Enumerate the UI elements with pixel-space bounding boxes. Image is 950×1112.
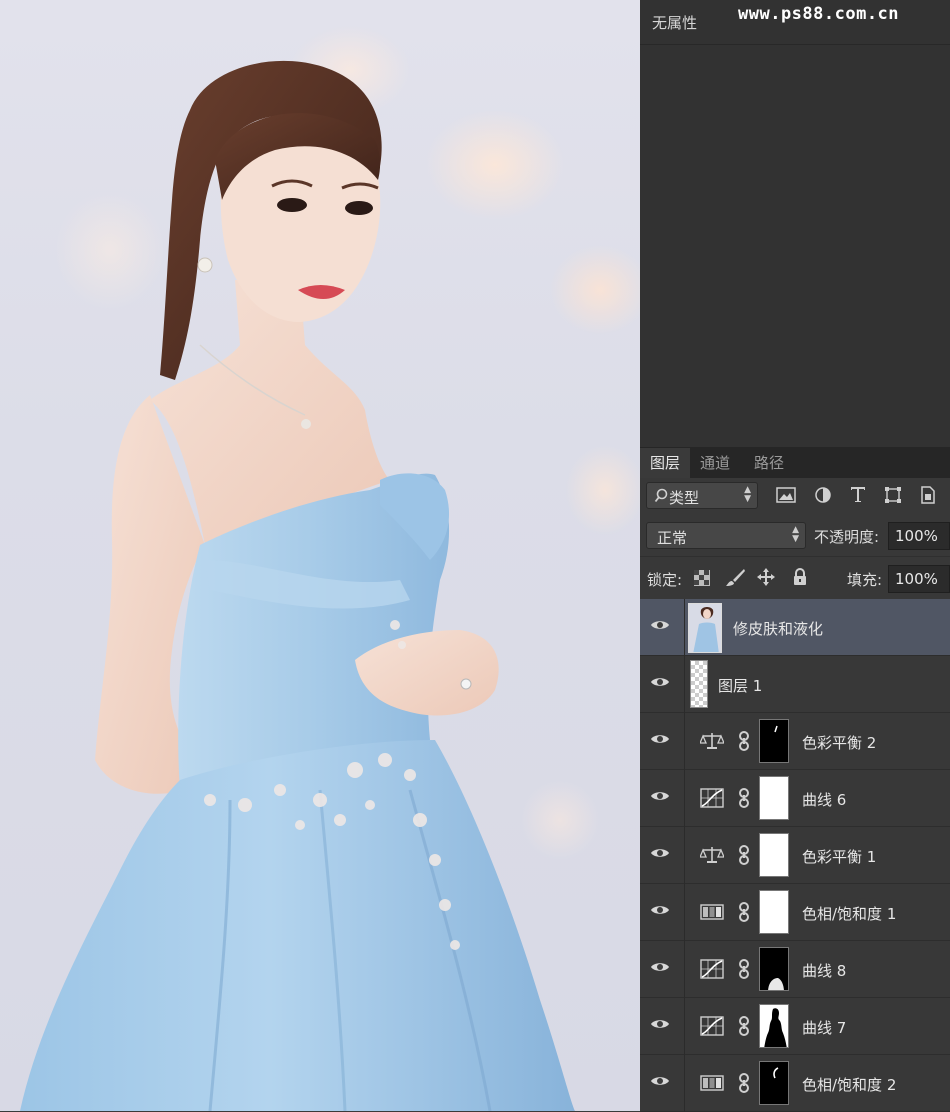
link-icon[interactable]	[738, 731, 750, 755]
layer-filter-row: 类型 ▲ ▼	[640, 478, 950, 514]
filter-shape-icon[interactable]	[884, 486, 902, 508]
filter-adjustment-icon[interactable]	[814, 486, 832, 508]
tab-channels[interactable]: 通道	[690, 448, 740, 478]
properties-panel: 无属性 www.ps88.com.cn	[640, 0, 950, 448]
layer-mask-thumbnail[interactable]	[759, 947, 789, 991]
divider	[640, 44, 950, 45]
layers-panel: 类型 ▲ ▼ 正常 ▲ ▼ 不透明度: 100% 锁定: 填充: 100% 修皮…	[640, 478, 950, 1112]
dropdown-arrows-icon: ▲ ▼	[744, 485, 751, 504]
divider	[684, 1055, 685, 1112]
eye-icon[interactable]	[650, 674, 670, 693]
layer-name: 修皮肤和液化	[733, 620, 824, 638]
layer-mask-thumbnail[interactable]	[759, 1004, 789, 1048]
layer-row[interactable]: 修皮肤和液化	[640, 599, 950, 656]
document-canvas[interactable]	[0, 0, 640, 1111]
filter-kind-label: 类型	[669, 489, 700, 507]
divider	[684, 599, 685, 656]
blend-row: 正常 ▲ ▼ 不透明度: 100%	[640, 514, 950, 556]
eye-icon[interactable]	[650, 617, 670, 636]
opacity-label: 不透明度:	[814, 528, 880, 546]
color-balance-icon	[699, 731, 725, 755]
layer-row[interactable]: 曲线 6	[640, 770, 950, 827]
curves-icon	[700, 788, 724, 812]
layer-name: 色相/饱和度 2	[802, 1076, 897, 1094]
lock-all-icon[interactable]	[792, 567, 808, 591]
hue-saturation-icon	[700, 1073, 724, 1097]
opacity-input[interactable]: 100%	[888, 522, 950, 550]
divider	[684, 941, 685, 998]
divider	[684, 656, 685, 713]
layer-row[interactable]: 曲线 8	[640, 941, 950, 998]
layer-name: 曲线 7	[802, 1019, 847, 1037]
link-icon[interactable]	[738, 902, 750, 926]
tab-paths[interactable]: 路径	[744, 448, 794, 478]
layer-thumbnail[interactable]	[690, 660, 708, 708]
layer-mask-thumbnail[interactable]	[759, 833, 789, 877]
layer-name: 曲线 8	[802, 962, 847, 980]
lock-brush-icon[interactable]	[724, 568, 746, 592]
curves-icon	[700, 1016, 724, 1040]
eye-icon[interactable]	[650, 1016, 670, 1035]
blend-mode-dropdown[interactable]: 正常 ▲ ▼	[646, 522, 806, 549]
fill-label: 填充:	[847, 571, 883, 589]
layer-mask-thumbnail[interactable]	[759, 776, 789, 820]
layer-thumbnail[interactable]	[688, 603, 722, 653]
lock-move-icon[interactable]	[756, 567, 776, 591]
color-balance-icon	[699, 845, 725, 869]
layer-mask-thumbnail[interactable]	[759, 719, 789, 763]
eye-icon[interactable]	[650, 731, 670, 750]
divider	[684, 884, 685, 941]
right-panel-dock: 无属性 www.ps88.com.cn 图层 通道 路径 类型 ▲ ▼ 正常 ▲…	[640, 0, 950, 1112]
layer-row[interactable]: 图层 1	[640, 656, 950, 713]
layer-name: 图层 1	[718, 677, 763, 695]
tab-layers[interactable]: 图层	[640, 448, 691, 478]
eye-icon[interactable]	[650, 902, 670, 921]
hue-saturation-icon	[700, 902, 724, 926]
divider	[684, 713, 685, 770]
properties-title: 无属性	[652, 14, 698, 32]
eye-icon[interactable]	[650, 845, 670, 864]
blend-mode-label: 正常	[657, 529, 688, 547]
eye-icon[interactable]	[650, 959, 670, 978]
layer-row[interactable]: 色相/饱和度 1	[640, 884, 950, 941]
portrait-photo	[20, 60, 575, 1111]
divider	[684, 770, 685, 827]
layer-name: 曲线 6	[802, 791, 847, 809]
eye-icon[interactable]	[650, 788, 670, 807]
link-icon[interactable]	[738, 788, 750, 812]
filter-smart-object-icon[interactable]	[920, 485, 936, 509]
filter-pixel-icon[interactable]	[776, 486, 796, 508]
eye-icon[interactable]	[650, 1073, 670, 1092]
curves-icon	[700, 959, 724, 983]
link-icon[interactable]	[738, 959, 750, 983]
lock-row: 锁定: 填充: 100%	[640, 556, 950, 599]
watermark-text: www.ps88.com.cn	[738, 4, 900, 24]
layer-mask-thumbnail[interactable]	[759, 1061, 789, 1105]
layers-panel-tabs: 图层 通道 路径	[640, 448, 950, 478]
search-icon	[654, 488, 668, 508]
filter-type-icon[interactable]	[849, 484, 867, 508]
lock-transparency-icon[interactable]	[694, 570, 710, 590]
layer-row[interactable]: 色彩平衡 2	[640, 713, 950, 770]
filter-kind-dropdown[interactable]: 类型 ▲ ▼	[646, 482, 758, 509]
layer-row[interactable]: 色彩平衡 1	[640, 827, 950, 884]
layer-row[interactable]: 色相/饱和度 2	[640, 1055, 950, 1112]
divider	[684, 998, 685, 1055]
layer-name: 色彩平衡 2	[802, 734, 877, 752]
dropdown-arrows-icon: ▲ ▼	[792, 525, 799, 544]
layer-name: 色彩平衡 1	[802, 848, 877, 866]
lock-label: 锁定:	[647, 571, 683, 589]
link-icon[interactable]	[738, 845, 750, 869]
layer-name: 色相/饱和度 1	[802, 905, 897, 923]
layer-mask-thumbnail[interactable]	[759, 890, 789, 934]
link-icon[interactable]	[738, 1016, 750, 1040]
divider	[684, 827, 685, 884]
fill-input[interactable]: 100%	[888, 565, 950, 593]
layer-row[interactable]: 曲线 7	[640, 998, 950, 1055]
link-icon[interactable]	[738, 1073, 750, 1097]
